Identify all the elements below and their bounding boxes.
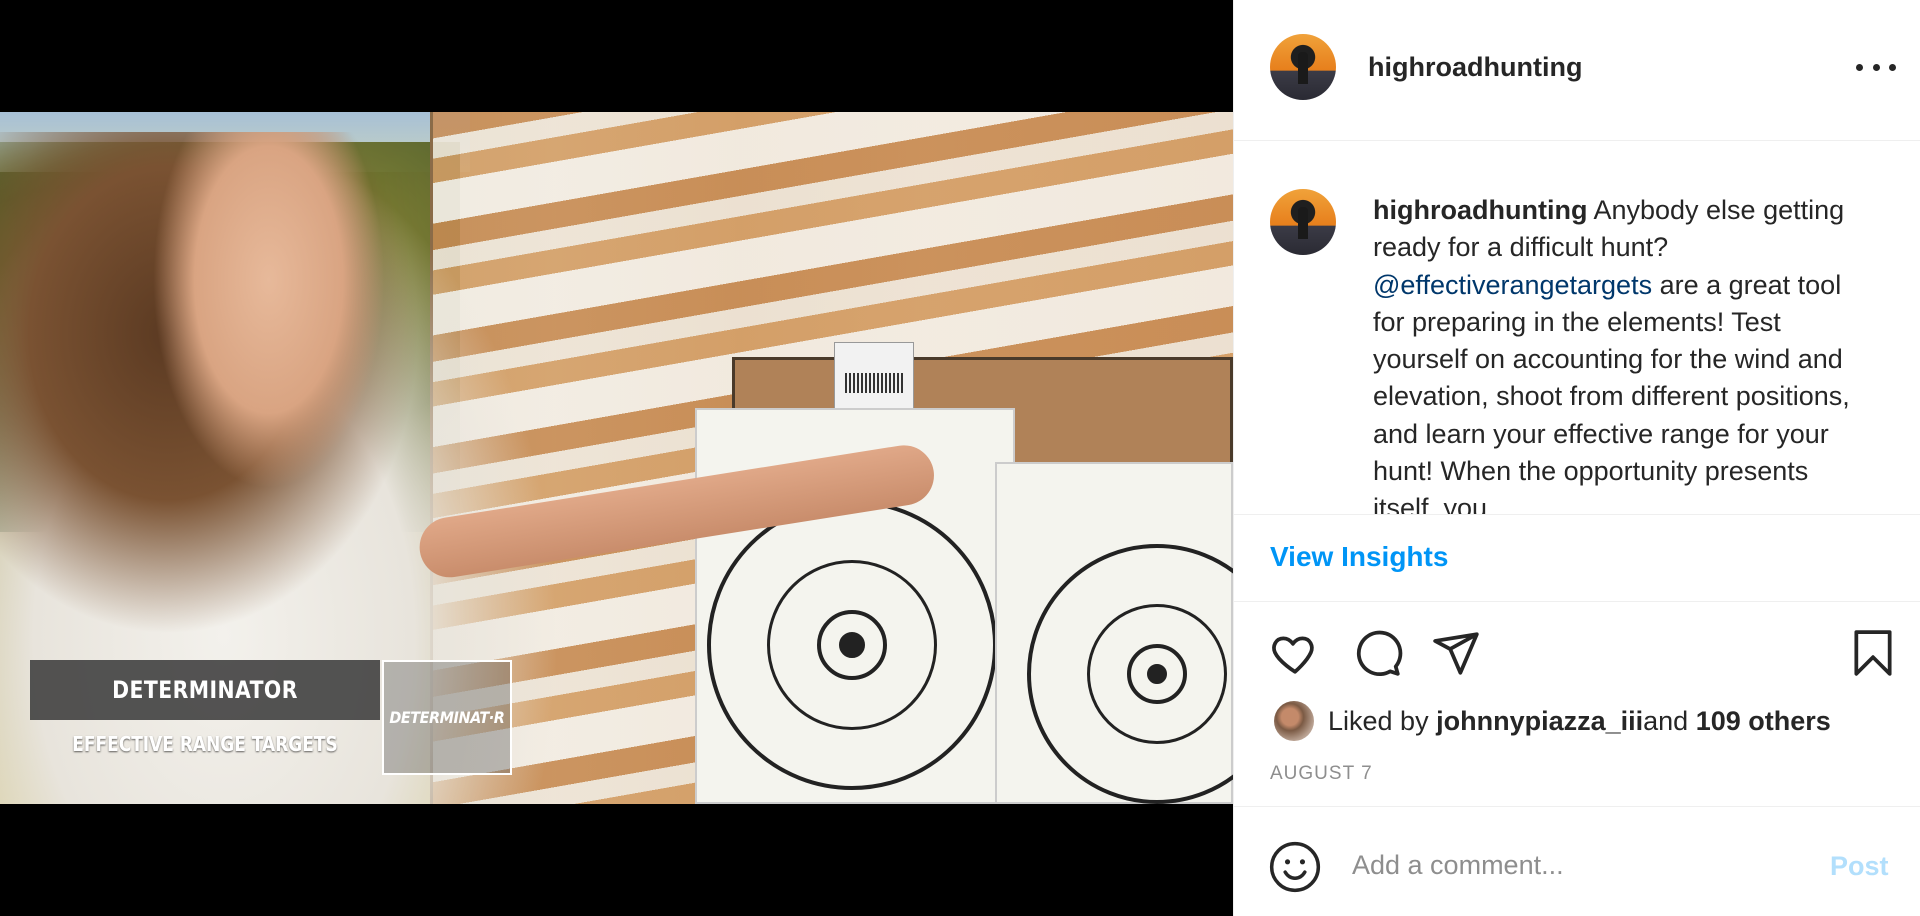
post-side-panel: highroadhunting highroadhunting Anybody … (1233, 0, 1920, 916)
bookmark-icon[interactable] (1845, 625, 1901, 681)
heart-icon[interactable] (1267, 625, 1323, 681)
post-media[interactable]: DETERMINATOR EFFECTIVE RANGE TARGETS DET… (0, 0, 1233, 916)
post-header: highroadhunting (1234, 0, 1920, 141)
caption-body-after: are a great tool for preparing in the el… (1373, 269, 1850, 514)
post-date[interactable]: AUGUST 7 (1270, 763, 1373, 785)
liker-avatar[interactable] (1274, 701, 1314, 741)
comment-input[interactable] (1352, 841, 1792, 889)
caption-username[interactable]: highroadhunting (1373, 195, 1587, 225)
paper-plane-icon[interactable] (1428, 625, 1484, 681)
smiley-icon[interactable] (1267, 839, 1323, 895)
more-options-icon[interactable] (1856, 52, 1896, 82)
barcode-sticker (834, 342, 914, 412)
paper-target-right (995, 462, 1233, 804)
lower-third-title: DETERMINATOR (112, 676, 298, 704)
lower-third-subtitle: EFFECTIVE RANGE TARGETS (72, 732, 338, 756)
logo-text: DETERMINAT·R (389, 708, 505, 727)
author-avatar[interactable] (1270, 34, 1336, 100)
likes-user-link[interactable]: johnnypiazza_iii (1436, 706, 1643, 737)
determinator-logo: DETERMINAT·R (382, 660, 512, 775)
likes-others-link[interactable]: 109 others (1696, 706, 1831, 737)
comment-bubble-icon[interactable] (1350, 625, 1406, 681)
post-actions: Liked by johnnypiazza_iii and 109 others… (1234, 603, 1920, 803)
caption-author-avatar[interactable] (1270, 189, 1336, 255)
insights-row: View Insights (1234, 514, 1920, 602)
likes-summary: Liked by johnnypiazza_iii and 109 others (1274, 699, 1831, 743)
likes-connector: and (1643, 705, 1689, 736)
caption-mention-link[interactable]: @effectiverangetargets (1373, 270, 1652, 300)
likes-prefix: Liked by (1328, 705, 1429, 736)
post-comment-button[interactable]: Post (1830, 851, 1889, 882)
author-username[interactable]: highroadhunting (1368, 52, 1582, 83)
caption-text: highroadhunting Anybody else getting rea… (1373, 192, 1873, 514)
view-insights-link[interactable]: View Insights (1270, 541, 1448, 573)
caption-section: highroadhunting Anybody else getting rea… (1234, 141, 1920, 514)
add-comment-bar: Post (1234, 806, 1920, 916)
